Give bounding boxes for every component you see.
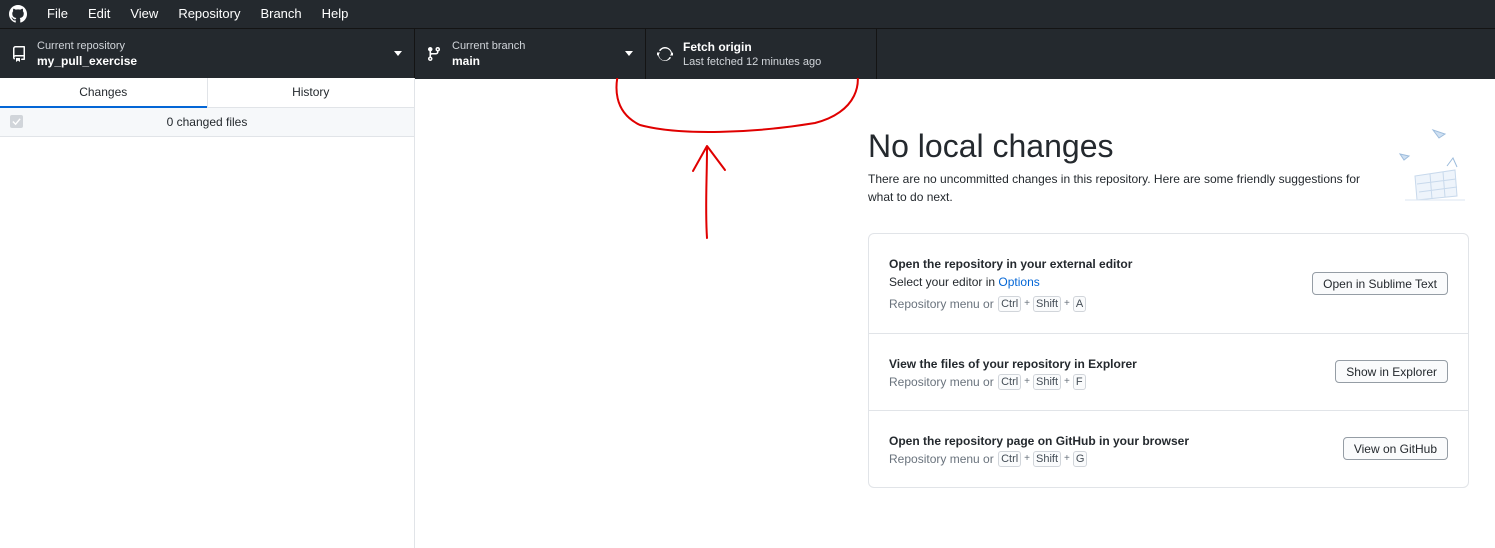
toolbar: Current repository my_pull_exercise Curr… [0, 28, 1495, 79]
github-octocat-icon [9, 5, 27, 23]
menu-bar: File Edit View Repository Branch Help [0, 0, 1495, 28]
suggestion-view-github: Open the repository page on GitHub in yo… [869, 411, 1468, 487]
empty-state-illustration-icon [1398, 129, 1465, 201]
sync-icon [657, 46, 673, 62]
plus-icon: + [1024, 376, 1031, 387]
show-in-explorer-button[interactable]: Show in Explorer [1335, 360, 1448, 383]
key-a: A [1072, 296, 1087, 312]
menu-file[interactable]: File [37, 0, 78, 28]
page-title: No local changes [868, 128, 1114, 164]
plus-icon: + [1024, 453, 1031, 464]
key-ctrl: Ctrl [998, 451, 1022, 467]
key-shift: Shift [1033, 296, 1062, 312]
current-branch-dropdown[interactable]: Current branch main [415, 29, 646, 79]
menu-edit[interactable]: Edit [78, 0, 120, 28]
annotation-arrow-shaft [705, 147, 708, 239]
current-repository-name: my_pull_exercise [37, 54, 138, 68]
fetch-origin-button[interactable]: Fetch origin Last fetched 12 minutes ago [646, 29, 877, 79]
options-link[interactable]: Options [998, 275, 1039, 289]
blankslate: No local changes There are no uncommitte… [868, 128, 1468, 206]
sidebar: Changes History 0 changed files [0, 78, 415, 548]
plus-icon: + [1064, 376, 1070, 387]
tab-history[interactable]: History [208, 78, 415, 107]
menu-view[interactable]: View [120, 0, 168, 28]
shortcut-text: Repository menu or [889, 452, 994, 466]
annotation-arrow-head [692, 145, 726, 172]
shortcut-text: Repository menu or [889, 375, 994, 389]
editor-text: Select your editor in [889, 275, 999, 289]
fetch-origin-title: Fetch origin [683, 40, 752, 54]
key-shift: Shift [1033, 374, 1062, 390]
select-all-checkbox[interactable] [10, 115, 23, 128]
check-icon [12, 118, 21, 126]
view-on-github-button[interactable]: View on GitHub [1342, 437, 1448, 460]
suggestion-open-editor: Open the repository in your external edi… [869, 234, 1468, 334]
plus-icon: + [1064, 298, 1070, 309]
key-f: F [1072, 374, 1086, 390]
current-repository-label: Current repository [37, 40, 126, 52]
menu-repository[interactable]: Repository [168, 0, 250, 28]
changes-header: 0 changed files [0, 108, 414, 137]
repo-icon [11, 46, 27, 62]
open-in-sublime-text-button[interactable]: Open in Sublime Text [1312, 272, 1448, 295]
key-ctrl: Ctrl [998, 296, 1022, 312]
current-branch-name: main [452, 54, 481, 68]
main-content: No local changes There are no uncommitte… [415, 78, 1495, 548]
key-ctrl: Ctrl [998, 374, 1022, 390]
shortcut-hint: Repository menu or Ctrl + Shift + A [889, 295, 1448, 313]
last-fetched-status: Last fetched 12 minutes ago [683, 56, 822, 68]
key-shift: Shift [1033, 451, 1062, 467]
key-g: G [1072, 451, 1088, 467]
annotation-circle [615, 78, 859, 133]
current-repository-dropdown[interactable]: Current repository my_pull_exercise [0, 29, 415, 79]
plus-icon: + [1024, 298, 1031, 309]
changed-files-count: 0 changed files [166, 115, 248, 129]
git-branch-icon [426, 46, 442, 62]
chevron-down-icon [394, 51, 402, 56]
chevron-down-icon [625, 51, 633, 56]
tab-changes[interactable]: Changes [0, 78, 208, 108]
suggestion-title: Open the repository in your external edi… [889, 257, 1133, 271]
sidebar-tabs: Changes History [0, 78, 414, 108]
plus-icon: + [1064, 453, 1070, 464]
current-branch-label: Current branch [452, 40, 526, 52]
menu-help[interactable]: Help [312, 0, 359, 28]
shortcut-text: Repository menu or [889, 297, 994, 311]
suggestion-show-explorer: View the files of your repository in Exp… [869, 334, 1468, 411]
page-description: There are no uncommitted changes in this… [868, 172, 1361, 204]
suggestions-list: Open the repository in your external edi… [868, 233, 1469, 488]
menu-branch[interactable]: Branch [250, 0, 311, 28]
